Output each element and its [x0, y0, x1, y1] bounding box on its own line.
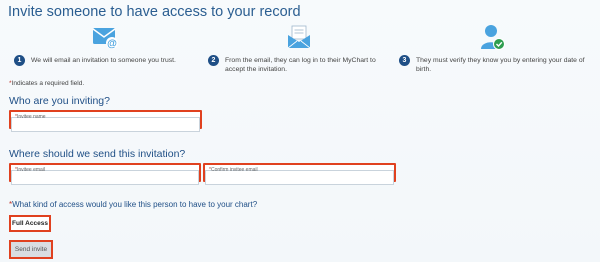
where-heading: Where should we send this invitation?: [9, 148, 186, 160]
step-text-1: We will email an invitation to someone y…: [31, 57, 176, 64]
confirm-email-label: *Confirm invitee email: [209, 167, 258, 173]
who-heading: Who are you inviting?: [9, 95, 110, 107]
user-check-icon: [480, 24, 506, 56]
step-number-2: 2: [208, 55, 219, 66]
svg-text:@: @: [107, 39, 117, 50]
page-title: Invite someone to have access to your re…: [8, 4, 301, 20]
invitee-email-field[interactable]: *Invitee email: [9, 163, 201, 185]
step-number-1: 1: [14, 55, 25, 66]
open-envelope-icon: [286, 24, 312, 55]
step-number-3: 3: [399, 55, 410, 66]
send-invite-button[interactable]: Send invite: [9, 240, 53, 259]
required-note-text: Indicates a required field.: [11, 80, 85, 87]
full-access-option[interactable]: Full Access: [9, 215, 51, 232]
step-text-3: They must verify they know you by enteri…: [416, 57, 585, 73]
step-text-2: From the email, they can log in to their…: [225, 57, 376, 73]
email-at-icon: @: [92, 26, 120, 55]
confirm-email-field[interactable]: *Confirm invitee email: [203, 163, 396, 185]
required-field-note: *Indicates a required field.: [9, 80, 84, 87]
invitee-name-field[interactable]: *Invitee name: [9, 110, 202, 132]
access-heading: *What kind of access would you like this…: [9, 200, 258, 209]
invitee-email-label: *Invitee email: [15, 167, 46, 173]
invitee-name-label: *Invitee name: [15, 114, 46, 120]
